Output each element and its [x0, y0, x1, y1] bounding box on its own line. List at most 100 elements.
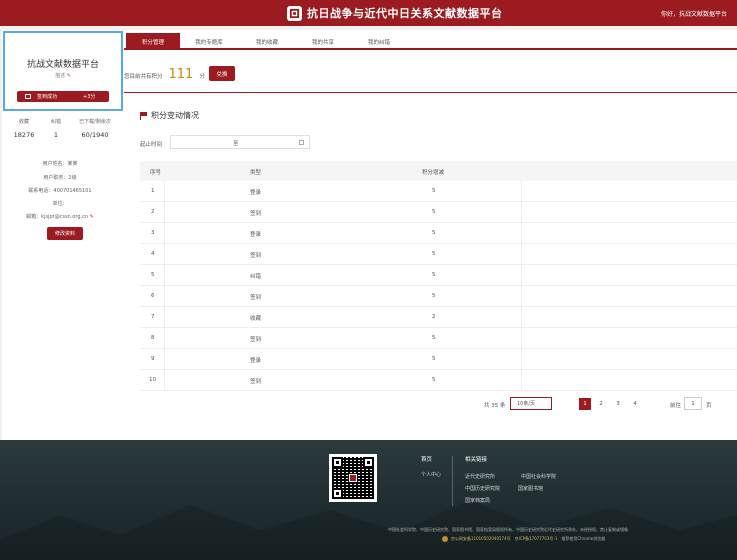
cell-no: 6: [151, 293, 155, 299]
site-logo-group[interactable]: 抗日战争与近代中日关系文献数据平台: [287, 5, 503, 21]
cell-type: 签到: [250, 211, 262, 217]
footer-home-link[interactable]: 首页: [421, 455, 432, 463]
footer-personal-link[interactable]: 个人中心: [421, 471, 441, 478]
divider: [124, 92, 737, 93]
user-greeting[interactable]: 你好，抗战文献数据平台: [661, 9, 727, 18]
calendar-icon: [299, 140, 304, 145]
profile-status: 描述 ✎: [5, 72, 121, 79]
qr-pattern: [332, 457, 374, 499]
flag-icon: [140, 111, 147, 120]
table-row: 6 签到 5: [140, 286, 737, 307]
site-logo-icon: [287, 5, 302, 21]
table-row: 1 登录 5: [140, 181, 737, 202]
page-button[interactable]: 3: [612, 398, 624, 410]
icp-info: 京公网安备11010502040574号 京ICP备17077703号-1 推荐…: [442, 536, 605, 542]
page-button[interactable]: 4: [629, 398, 641, 410]
tab-bar: 积分管理 我的专题库 我的收藏 我的共享 我的纠错: [124, 30, 737, 50]
cell-type: 纠错: [250, 274, 262, 280]
goto-page-input[interactable]: 1: [684, 397, 702, 410]
cell-no: 8: [151, 335, 155, 341]
score-unit: 分: [199, 74, 205, 80]
cell-type: 签到: [250, 253, 262, 259]
table-row: 5 纠错 5: [140, 265, 737, 286]
total-count: 共 35 条: [484, 403, 506, 409]
stat-value: 60/1940: [81, 131, 109, 139]
profile-sidebar: 抗战文献数据平台 描述 ✎ 签到成功 +3分 收藏 18276 纠错 1 已下载…: [2, 30, 124, 440]
profile-name: 抗战文献数据平台: [26, 60, 99, 70]
col-header-type: 类型: [250, 170, 262, 176]
tab-topics[interactable]: 我的专题库: [182, 33, 236, 50]
cell-no: 2: [151, 209, 155, 215]
cell-no: 7: [151, 314, 155, 320]
edit-pen-icon[interactable]: ✎: [90, 214, 94, 220]
qr-finder: [332, 488, 343, 499]
date-range-separator: 至: [233, 141, 239, 147]
signin-button[interactable]: 签到成功 +3分: [17, 91, 109, 102]
edit-profile-button[interactable]: 修改资料: [47, 227, 83, 240]
col-header-delta: 积分增减: [422, 170, 445, 176]
score-label: 您目前共有积分: [124, 74, 163, 80]
info-org: 单位：: [52, 201, 68, 207]
icp-link-2[interactable]: 京ICP备17077703号-1: [515, 536, 558, 542]
info-email-text: 邮箱：kjsjpt@cssn.org.cn: [26, 214, 89, 220]
table-row: 9 登录 5: [140, 349, 737, 370]
cell-delta: 5: [432, 209, 436, 215]
site-footer: 首页 个人中心 相关链接 近代史研究所 中国社会科学院 中国历史研究院 国家图书…: [0, 440, 737, 560]
redeem-button[interactable]: 兑换: [209, 66, 235, 81]
qr-center-logo: [349, 474, 357, 482]
cell-no: 4: [151, 251, 155, 257]
table-row: 10 签到 5: [140, 370, 737, 391]
tab-favorites[interactable]: 我的收藏: [240, 33, 294, 50]
section-title: 积分变动情况: [140, 110, 199, 121]
goto-label: 前往: [670, 403, 682, 409]
stat-value: 1: [53, 131, 59, 139]
info-username: 用户姓名：某某: [42, 161, 78, 167]
cell-type: 登录: [250, 232, 262, 238]
cell-type: 登录: [250, 358, 262, 364]
page-unit: 页: [706, 403, 712, 409]
footer-link[interactable]: 国家档案局: [465, 497, 490, 504]
table-row: 3 登录 5: [140, 223, 737, 244]
table-row: 7 收藏 2: [140, 307, 737, 328]
section-title-text: 积分变动情况: [151, 111, 199, 120]
cell-delta: 5: [432, 356, 436, 362]
footer-links-title: 相关链接: [465, 457, 488, 463]
icp-link-1[interactable]: 京公网安备11010502040574号: [451, 536, 511, 542]
stat-corrections[interactable]: 纠错 1: [36, 118, 76, 139]
signin-label: 签到成功: [37, 94, 58, 100]
score-summary: 您目前共有积分 111 分: [124, 67, 205, 82]
cell-delta: 5: [432, 272, 436, 278]
cell-type: 签到: [250, 295, 262, 301]
page-button[interactable]: 1: [579, 398, 591, 410]
cell-delta: 5: [432, 230, 436, 236]
footer-link[interactable]: 国家图书馆: [518, 485, 543, 492]
footer-link[interactable]: 中国历史研究院: [465, 485, 500, 492]
date-range-picker[interactable]: 至: [170, 135, 310, 149]
cell-type: 签到: [250, 337, 262, 343]
cell-no: 1: [151, 188, 155, 194]
cell-delta: 5: [432, 377, 436, 383]
stat-label: 已下载/剩余次: [79, 119, 111, 125]
edit-pen-icon[interactable]: ✎: [67, 73, 71, 79]
info-title: 用户职务：2级: [43, 175, 77, 181]
footer-link[interactable]: 近代史研究所: [465, 473, 495, 480]
pagination: 共 35 条 10条/页 1 2 3 4 前往 1 页: [124, 397, 737, 411]
cell-type: 签到: [250, 379, 262, 385]
table-header: 序号 类型 积分增减: [140, 161, 737, 181]
info-email: 邮箱：kjsjpt@cssn.org.cn ✎: [2, 213, 118, 220]
date-range-label: 起止时间: [140, 142, 163, 148]
tab-shared[interactable]: 我的共享: [296, 33, 350, 50]
cell-delta: 5: [432, 335, 436, 341]
cell-type: 收藏: [250, 316, 262, 322]
page-size-select[interactable]: 10条/页: [510, 397, 552, 410]
tab-corrections[interactable]: 我的纠错: [352, 33, 406, 50]
qr-finder: [363, 457, 374, 468]
stat-downloads[interactable]: 已下载/剩余次 60/1940: [75, 118, 115, 139]
tab-points[interactable]: 积分管理: [126, 33, 180, 50]
score-value: 111: [168, 67, 194, 82]
page-button[interactable]: 2: [595, 398, 607, 410]
footer-link[interactable]: 中国社会科学院: [521, 473, 556, 480]
profile-card: 抗战文献数据平台 描述 ✎ 签到成功 +3分: [3, 31, 123, 111]
cell-no: 9: [151, 356, 155, 362]
site-title: 抗日战争与近代中日关系文献数据平台: [307, 7, 503, 20]
